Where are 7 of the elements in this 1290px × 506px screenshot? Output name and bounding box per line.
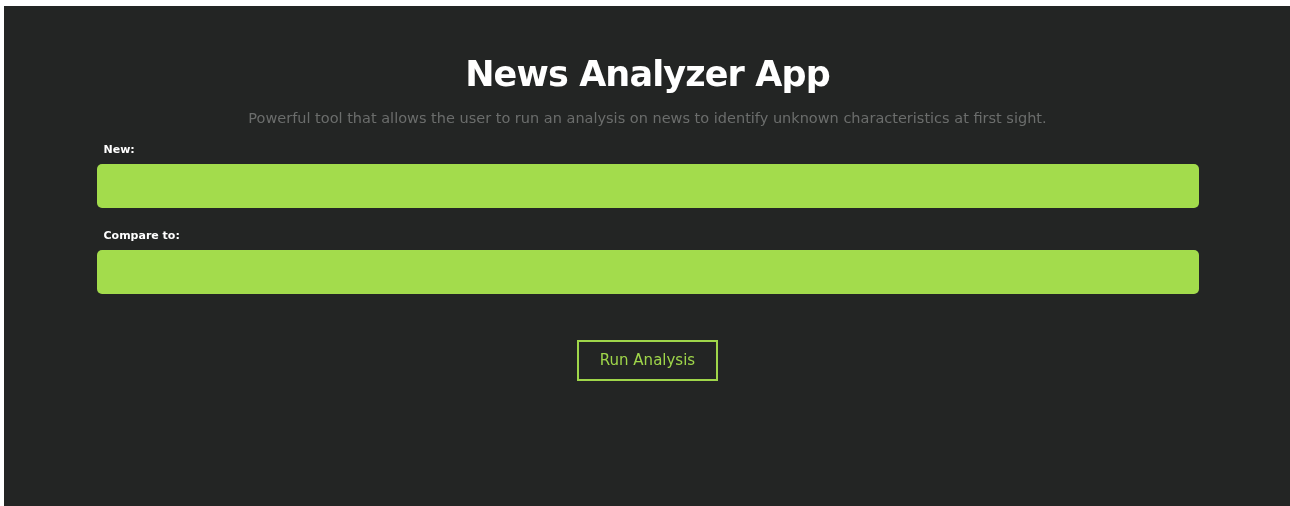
input-field[interactable]: [96, 164, 1199, 208]
app-subtitle: Powerful tool that allows the user to run an analysis on news to identify unknown characteristics at first sight.: [248, 109, 1047, 128]
input-field[interactable]: [96, 250, 1199, 294]
field-label: New:: [103, 142, 135, 158]
field-label: Compare to:: [103, 228, 180, 244]
app-title: News Analyzer App: [465, 54, 830, 94]
run-analysis-button[interactable]: Run Analysis: [577, 340, 718, 381]
